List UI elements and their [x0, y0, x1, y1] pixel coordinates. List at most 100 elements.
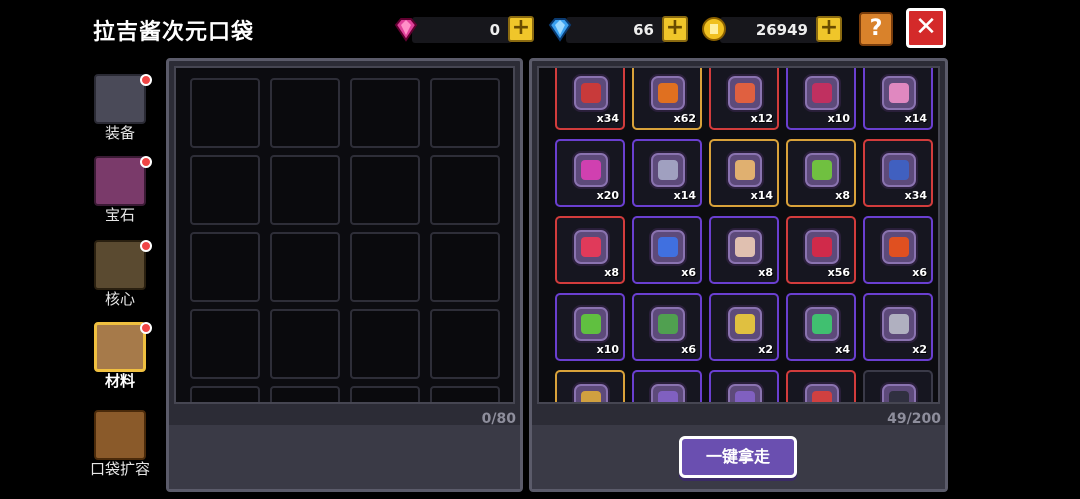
- item-slot[interactable]: x14: [632, 139, 702, 207]
- gem-icon: [94, 156, 146, 206]
- item-quantity: x34: [904, 189, 927, 202]
- sidebar-item-gems[interactable]: 宝石: [86, 156, 154, 236]
- add-blue-gems-button[interactable]: +: [662, 16, 688, 42]
- item-quantity: x14: [673, 189, 696, 202]
- item-slot[interactable]: x2: [863, 293, 933, 361]
- item-slot[interactable]: x10: [555, 293, 625, 361]
- item-quantity: x6: [912, 266, 927, 279]
- empty-slot[interactable]: [190, 232, 260, 302]
- empty-slot[interactable]: [190, 386, 260, 402]
- core-icon: [94, 240, 146, 290]
- item-slot[interactable]: x6: [863, 216, 933, 284]
- ore-icon: [726, 74, 764, 112]
- empty-slot[interactable]: [270, 309, 340, 379]
- red-orb-icon: [803, 228, 841, 266]
- item-quantity: x6: [681, 343, 696, 356]
- empty-slot[interactable]: [270, 386, 340, 402]
- materials-icon: [94, 322, 146, 372]
- help-button[interactable]: ?: [859, 12, 893, 46]
- empty-slot[interactable]: [190, 155, 260, 225]
- empty-slot[interactable]: [350, 386, 420, 402]
- empty-slot[interactable]: [430, 155, 500, 225]
- item-slot[interactable]: [863, 370, 933, 402]
- empty-slot[interactable]: [190, 309, 260, 379]
- item-slot[interactable]: x6: [632, 216, 702, 284]
- take-all-button[interactable]: 一键拿走: [679, 436, 797, 478]
- empty-slot[interactable]: [350, 155, 420, 225]
- item-slot[interactable]: x10: [786, 68, 856, 130]
- inventory-panel: x34 x62 x12 x10 x14 x20 x14 x14 x8 x34 x8 x6 x8 x56 x6…: [529, 58, 948, 492]
- add-gold-button[interactable]: +: [816, 16, 842, 42]
- pocket-capacity: 0/80: [481, 411, 516, 427]
- partial-item-icon: [803, 382, 841, 402]
- notification-dot: [140, 240, 152, 252]
- sidebar-item-materials[interactable]: 材料: [86, 322, 154, 402]
- scroll-icon: [803, 151, 841, 189]
- heart-icon: [572, 151, 610, 189]
- item-slot[interactable]: x14: [863, 68, 933, 130]
- blue-gem-amount: 66: [633, 21, 654, 39]
- item-quantity: x10: [596, 343, 619, 356]
- item-slot[interactable]: x6: [632, 293, 702, 361]
- sidebar-item-core[interactable]: 核心: [86, 240, 154, 320]
- item-slot[interactable]: x12: [709, 68, 779, 130]
- item-quantity: x8: [604, 266, 619, 279]
- pocket-grid[interactable]: [174, 66, 515, 404]
- sword-icon: [572, 74, 610, 112]
- empty-slot[interactable]: [350, 232, 420, 302]
- item-quantity: x2: [758, 343, 773, 356]
- close-button[interactable]: ✕: [906, 8, 946, 48]
- item-slot[interactable]: x56: [786, 216, 856, 284]
- gold-coin-amount: 26949: [755, 21, 808, 39]
- item-slot[interactable]: x20: [555, 139, 625, 207]
- mountain-icon: [726, 151, 764, 189]
- item-slot[interactable]: [709, 370, 779, 402]
- pink-gem-counter: 0 +: [392, 14, 538, 44]
- empty-slot[interactable]: [430, 386, 500, 402]
- green-gun-icon: [572, 305, 610, 343]
- item-slot[interactable]: x8: [786, 139, 856, 207]
- item-quantity: x12: [750, 112, 773, 125]
- blue-gem-counter: 66 +: [546, 14, 692, 44]
- empty-slot[interactable]: [430, 232, 500, 302]
- sidebar-item-pocket-expand[interactable]: 口袋扩容: [86, 410, 154, 490]
- panel-footer: [169, 425, 520, 489]
- item-slot[interactable]: [632, 370, 702, 402]
- item-slot[interactable]: x8: [555, 216, 625, 284]
- item-slot[interactable]: x14: [709, 139, 779, 207]
- partial-item-icon: [649, 382, 687, 402]
- inventory-grid[interactable]: x34 x62 x12 x10 x14 x20 x14 x14 x8 x34 x8 x6 x8 x56 x6…: [537, 66, 940, 404]
- cactus-icon: [649, 305, 687, 343]
- notification-dot: [140, 156, 152, 168]
- crown-icon: [649, 151, 687, 189]
- item-slot[interactable]: [786, 370, 856, 402]
- sidebar-item-label: 宝石: [104, 206, 135, 224]
- partial-item-icon: [572, 382, 610, 402]
- empty-slot[interactable]: [350, 309, 420, 379]
- empty-slot[interactable]: [270, 232, 340, 302]
- item-slot[interactable]: x8: [709, 216, 779, 284]
- item-quantity: x8: [758, 266, 773, 279]
- item-slot[interactable]: x34: [863, 139, 933, 207]
- item-quantity: x6: [681, 266, 696, 279]
- item-quantity: x14: [750, 189, 773, 202]
- sidebar-item-equipment[interactable]: 装备: [86, 74, 154, 154]
- item-slot[interactable]: x4: [786, 293, 856, 361]
- item-slot[interactable]: x62: [632, 68, 702, 130]
- item-slot[interactable]: x34: [555, 68, 625, 130]
- empty-slot[interactable]: [430, 78, 500, 148]
- empty-slot[interactable]: [430, 309, 500, 379]
- empty-slot[interactable]: [190, 78, 260, 148]
- item-slot[interactable]: [555, 370, 625, 402]
- empty-slot[interactable]: [350, 78, 420, 148]
- partial-item-icon: [726, 382, 764, 402]
- chest-icon: [94, 410, 146, 460]
- empty-slot[interactable]: [270, 78, 340, 148]
- wrench-icon: [880, 305, 918, 343]
- item-quantity: x62: [673, 112, 696, 125]
- add-pink-gems-button[interactable]: +: [508, 16, 534, 42]
- item-slot[interactable]: x2: [709, 293, 779, 361]
- empty-slot[interactable]: [270, 155, 340, 225]
- hook-icon: [803, 74, 841, 112]
- item-quantity: x14: [904, 112, 927, 125]
